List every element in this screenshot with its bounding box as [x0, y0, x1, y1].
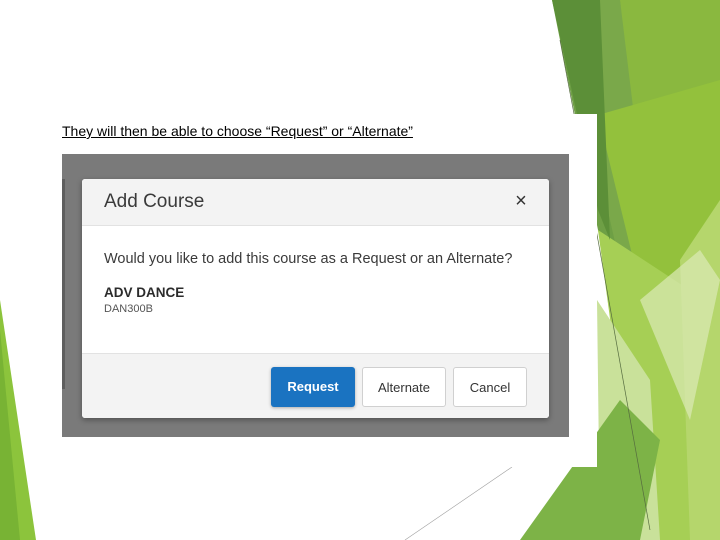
add-course-dialog: Add Course × Would you like to add this … — [82, 179, 549, 418]
dialog-title: Add Course — [104, 191, 205, 212]
course-name: ADV DANCE — [104, 285, 185, 300]
dialog-question: Would you like to add this course as a R… — [104, 251, 513, 267]
request-button[interactable]: Request — [271, 367, 355, 407]
frame-edge — [62, 179, 65, 389]
slide: They will then be able to choose “Reques… — [0, 0, 720, 540]
cancel-button[interactable]: Cancel — [453, 367, 527, 407]
dialog-header: Add Course × — [82, 179, 549, 226]
alternate-button[interactable]: Alternate — [362, 367, 446, 407]
course-code: DAN300B — [104, 303, 153, 315]
slide-caption: They will then be able to choose “Reques… — [62, 123, 413, 139]
dialog-footer: Request Alternate Cancel — [82, 353, 549, 418]
close-icon[interactable]: × — [511, 191, 531, 211]
screenshot-overlay: Add Course × Would you like to add this … — [62, 154, 569, 437]
